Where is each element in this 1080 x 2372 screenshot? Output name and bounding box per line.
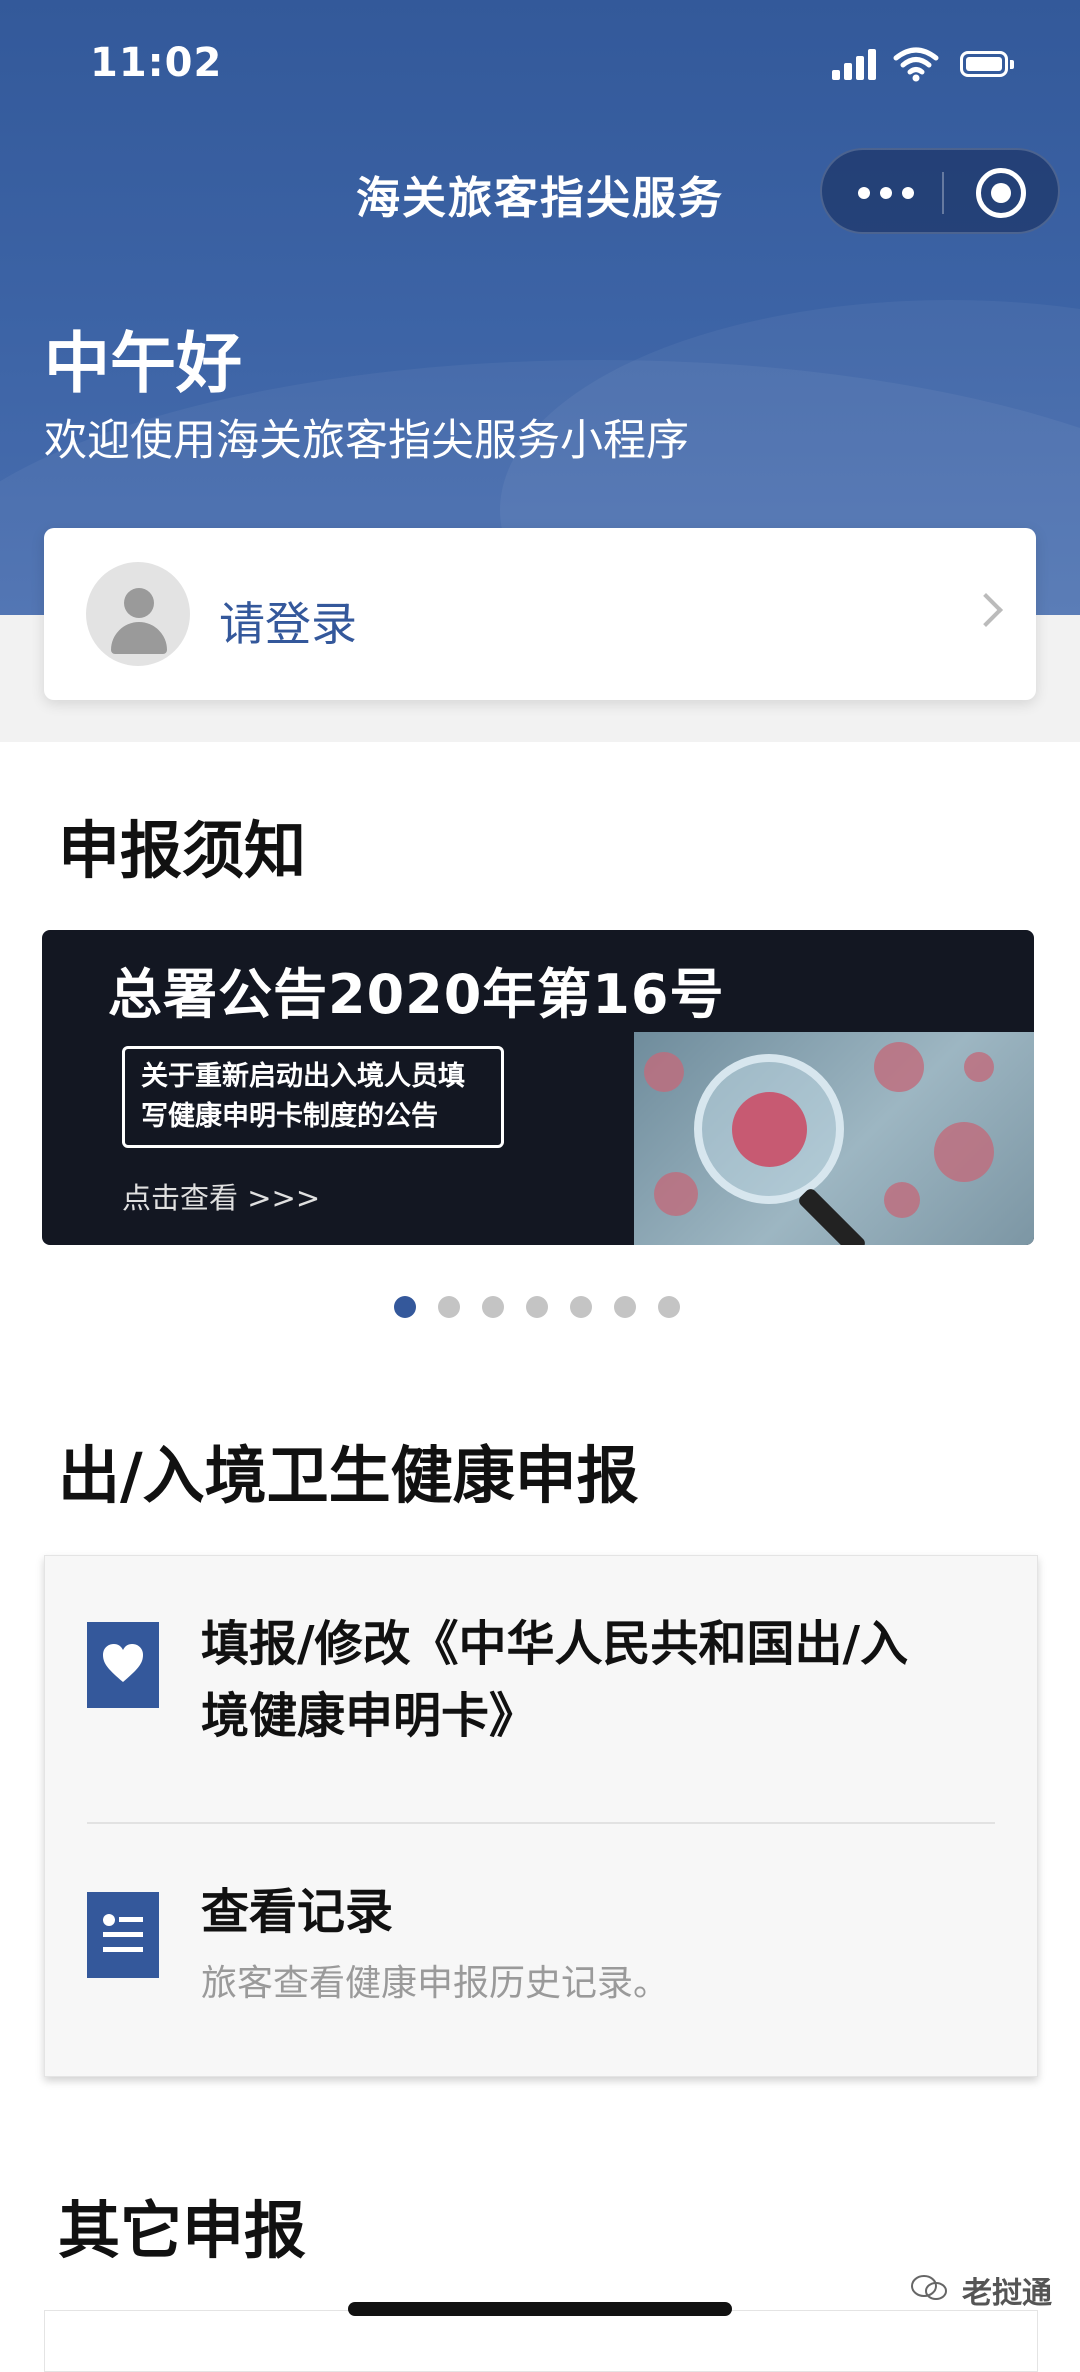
banner-box-line: 关于重新启动出入境人员填 [141,1061,465,1092]
cellular-signal-icon [832,49,876,80]
item-title-line: 填报/修改《中华人民共和国出/入 [201,1616,909,1672]
carousel-dot[interactable] [526,1296,548,1318]
banner-subtitle-box: 关于重新启动出入境人员填 写健康申明卡制度的公告 [122,1046,504,1148]
section-title-health: 出/入境卫生健康申报 [58,1439,639,1512]
avatar-placeholder-icon [86,562,190,666]
carousel-dot[interactable] [438,1296,460,1318]
heart-icon [87,1622,159,1708]
banner-title: 总署公告2020年第16号 [108,963,725,1026]
banner-box-line: 写健康申明卡制度的公告 [141,1101,438,1132]
greeting: 中午好 [44,325,242,402]
close-target-icon[interactable] [976,168,1026,218]
home-indicator[interactable] [348,2302,732,2316]
status-time: 11:02 [90,40,223,86]
login-label: 请登录 [219,597,357,651]
view-records-item[interactable]: 查看记录 [201,1876,393,1948]
view-records-subtitle: 旅客查看健康申报历史记录。 [201,1963,670,2004]
chevron-right-icon [969,593,1003,627]
health-declaration-card: 填报/修改《中华人民共和国出/入 境健康申明卡》 查看记录 旅客查看健康申报历史… [44,1555,1038,2077]
notice-banner[interactable]: 总署公告2020年第16号 关于重新启动出入境人员填 写健康申明卡制度的公告 点… [42,930,1034,1245]
status-icons [832,47,1032,88]
record-list-icon [87,1892,159,1978]
capsule-divider [942,172,944,214]
login-card[interactable]: 请登录 [44,528,1036,700]
welcome-text: 欢迎使用海关旅客指尖服务小程序 [44,416,689,466]
wifi-icon [893,47,939,82]
banner-cta: 点击查看 >>> [122,1181,321,1215]
fill-health-card-item[interactable]: 填报/修改《中华人民共和国出/入 境健康申明卡》 [201,1608,908,1752]
carousel-dot[interactable] [482,1296,504,1318]
wechat-icon [911,2275,947,2300]
carousel-dot[interactable] [614,1296,636,1318]
carousel-dot[interactable] [394,1296,416,1318]
watermark-text: 老挝通 [962,2276,1052,2311]
section-title-other: 其它申报 [58,2194,307,2267]
mini-program-capsule [820,148,1060,234]
item-title-line: 境健康申明卡》 [201,1688,538,1744]
section-title-notice: 申报须知 [58,814,307,887]
virus-magnifier-image [634,1032,1034,1245]
more-icon[interactable] [858,185,914,201]
header-background [0,0,1080,615]
carousel-dot[interactable] [658,1296,680,1318]
carousel-indicator[interactable] [394,1296,694,1320]
carousel-dot[interactable] [570,1296,592,1318]
battery-icon [960,51,1014,77]
card-divider [87,1822,995,1824]
other-declaration-card[interactable] [44,2310,1038,2372]
